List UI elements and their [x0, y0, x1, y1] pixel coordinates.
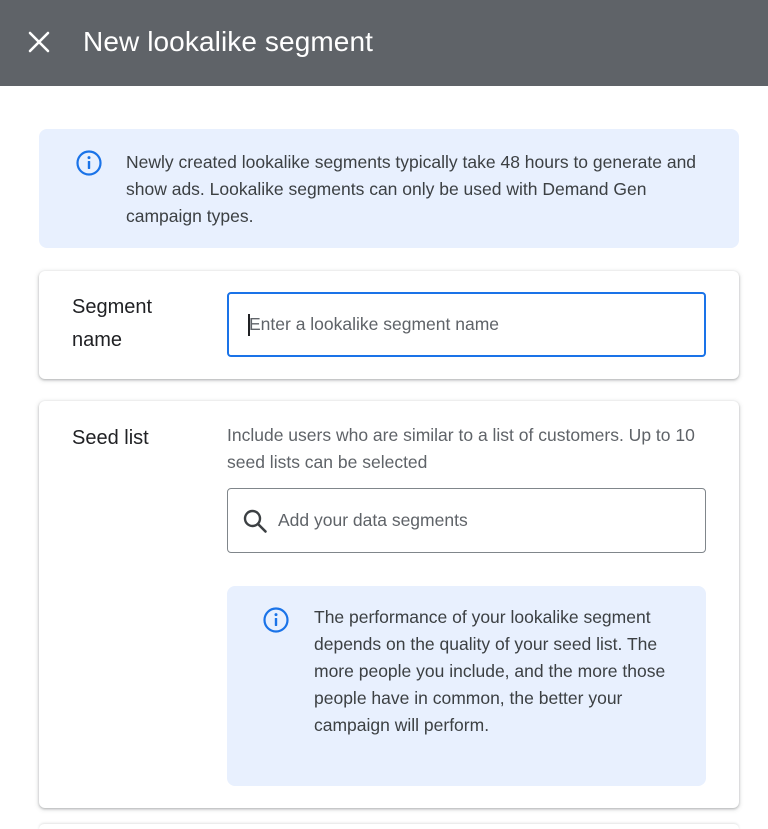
- dialog-title: New lookalike segment: [83, 26, 374, 57]
- info-icon: [263, 607, 289, 633]
- seed-list-description: Include users who are similar to a list …: [227, 425, 695, 472]
- segment-name-input[interactable]: [227, 292, 706, 357]
- info-icon: [76, 150, 102, 176]
- close-icon: [28, 31, 50, 53]
- text-caret: [248, 314, 250, 336]
- seed-list-label: Seed list: [72, 427, 149, 449]
- seed-list-card: Seed list Include users who are similar …: [39, 401, 739, 808]
- dialog-header: New lookalike segment: [0, 0, 768, 86]
- segment-name-card: Segment name: [39, 271, 739, 379]
- segment-name-label: Segment name: [72, 296, 153, 351]
- info-banner: Newly created lookalike segments typical…: [39, 129, 739, 248]
- search-icon: [243, 509, 267, 533]
- next-card-edge: [39, 824, 739, 829]
- close-button[interactable]: [24, 27, 54, 57]
- seed-list-tip: The performance of your lookalike segmen…: [227, 586, 706, 786]
- data-segments-input[interactable]: [278, 489, 698, 552]
- seed-list-tip-text: The performance of your lookalike segmen…: [314, 607, 666, 735]
- data-segments-search[interactable]: [227, 488, 706, 553]
- info-banner-text: Newly created lookalike segments typical…: [126, 152, 697, 226]
